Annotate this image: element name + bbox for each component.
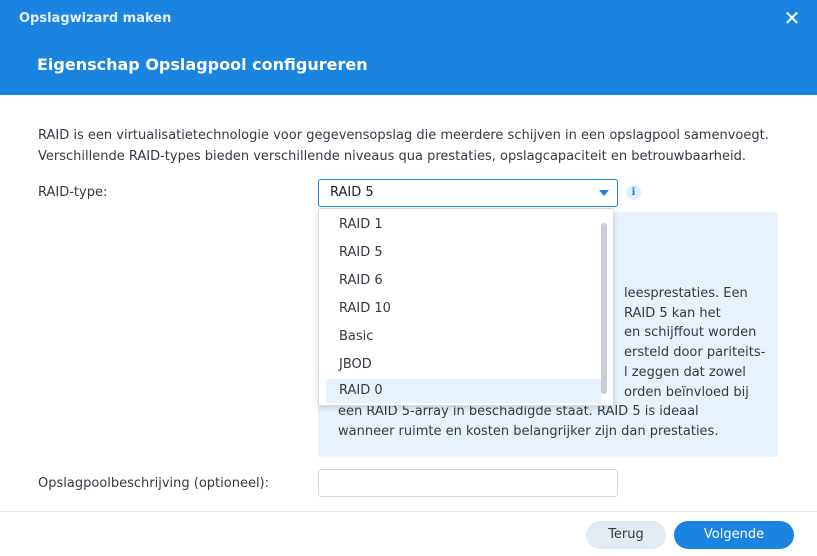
dropdown-scrollbar[interactable] [601, 223, 607, 394]
dropdown-option-raid-1[interactable]: RAID 1 [326, 213, 601, 237]
dropdown-option-raid-0[interactable]: RAID 0 [326, 379, 601, 403]
wizard-header: Opslagwizard maken ✕ Eigenschap Opslagpo… [0, 0, 817, 95]
pool-description-input[interactable] [318, 469, 618, 497]
dropdown-option-raid-6[interactable]: RAID 6 [326, 269, 601, 293]
raid-type-dropdown: RAID 1 RAID 5 RAID 6 RAID 10 Basic JBOD … [318, 208, 614, 406]
pool-description-label: Opslagpoolbeschrijving (optioneel): [38, 476, 270, 491]
dropdown-option-basic[interactable]: Basic [326, 325, 601, 349]
dropdown-option-raid-5[interactable]: RAID 5 [326, 241, 601, 265]
close-icon[interactable]: ✕ [781, 7, 803, 29]
raid-type-select[interactable]: RAID 5 [318, 179, 618, 207]
raid-type-selected-value: RAID 5 [330, 185, 374, 200]
dropdown-option-jbod[interactable]: JBOD [326, 353, 601, 377]
description-line-1: RAID is een virtualisatietechnologie voo… [38, 128, 769, 143]
next-button[interactable]: Volgende [674, 521, 794, 549]
dropdown-option-raid-10[interactable]: RAID 10 [326, 297, 601, 321]
raid-description: RAID is een virtualisatietechnologie voo… [38, 125, 788, 167]
step-title: Eigenschap Opslagpool configureren [37, 55, 368, 74]
window-title: Opslagwizard maken [19, 11, 172, 26]
chevron-down-icon [599, 190, 609, 196]
raid-type-label: RAID-type: [38, 185, 108, 200]
footer-divider [0, 511, 817, 512]
info-line: wanneer ruimte en kosten belangrijker zi… [338, 423, 719, 439]
back-button[interactable]: Terug [586, 521, 666, 549]
description-line-2: Verschillende RAID-types bieden verschil… [38, 149, 746, 164]
info-icon[interactable]: i [626, 185, 641, 200]
